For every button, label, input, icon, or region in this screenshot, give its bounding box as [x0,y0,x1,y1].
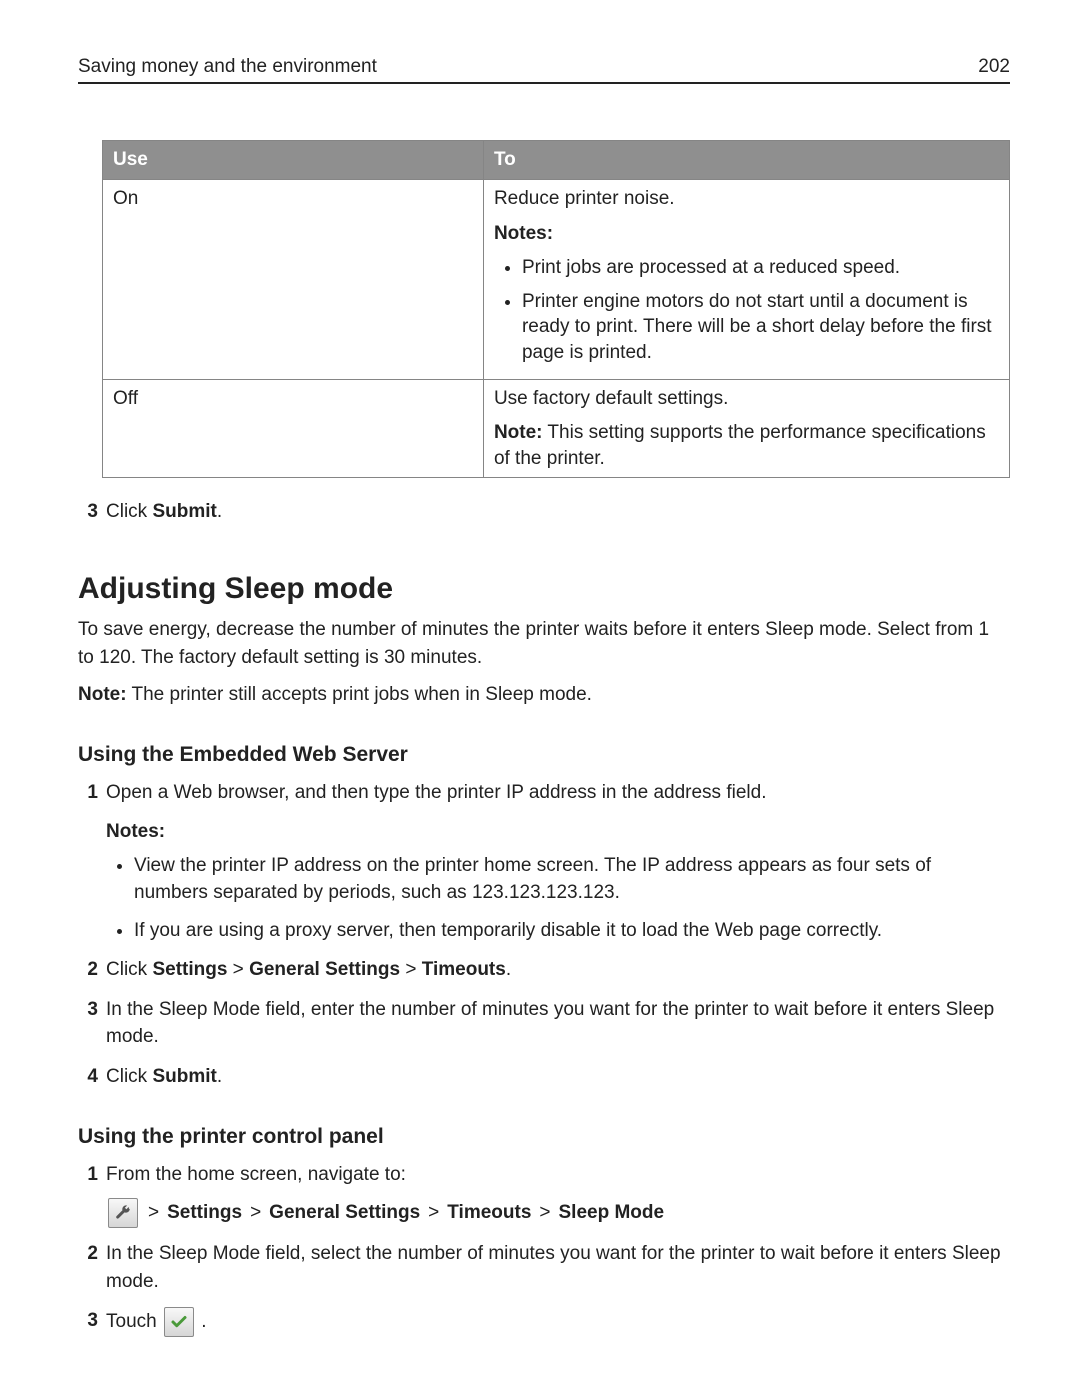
notes-list: Print jobs are processed at a reduced sp… [494,255,999,366]
separator: > [250,1199,261,1227]
separator: > [148,1199,159,1227]
step: Click Submit. [78,498,1010,526]
note-text: This setting supports the performance sp… [494,422,986,469]
step: Click Submit. [78,1063,1010,1091]
step-text: In the Sleep Mode field, enter the numbe… [106,999,994,1048]
step: From the home screen, navigate to: > Set… [78,1161,1010,1229]
subsection-heading: Using the printer control panel [78,1125,1010,1149]
column-header-to: To [483,141,1009,180]
step-text: From the home screen, navigate to: [106,1164,406,1185]
step-suffix: . [201,1311,206,1332]
step-text: Click [106,501,152,522]
separator: > [227,959,249,980]
table-row: Off Use factory default settings. Note: … [103,380,1010,478]
table-row: On Reduce printer noise. Notes: Print jo… [103,179,1010,380]
step: In the Sleep Mode field, enter the numbe… [78,996,1010,1051]
cell-main-text: Use factory default settings. [494,386,999,412]
chapter-title: Saving money and the environment [78,56,377,78]
note-paragraph: Note: This setting supports the performa… [494,420,999,471]
running-header: Saving money and the environment 202 [78,56,1010,84]
step: Open a Web browser, and then type the pr… [78,779,1010,945]
cell-use: On [103,179,484,380]
separator: > [400,959,422,980]
step-text: In the Sleep Mode field, select the numb… [106,1243,1001,1292]
section-paragraph: To save energy, decrease the number of m… [78,616,1010,671]
separator: > [539,1199,550,1227]
checkmark-icon [164,1307,194,1337]
separator: > [428,1199,439,1227]
breadcrumb-part: Settings [167,1199,242,1227]
notes-label: Notes: [106,818,1010,846]
continued-steps: Click Submit. [78,498,1010,526]
cell-main-text: Reduce printer noise. [494,186,999,212]
wrench-icon [108,1198,138,1228]
panel-steps: From the home screen, navigate to: > Set… [78,1161,1010,1338]
step-text: Open a Web browser, and then type the pr… [106,782,766,803]
step: Touch . [78,1307,1010,1337]
note-label: Note: [78,684,127,705]
page-number: 202 [978,56,1010,78]
step-bold: Submit [152,501,216,522]
breadcrumb-part: Settings [152,959,227,980]
step-text: Touch [106,1311,162,1332]
cell-to: Reduce printer noise. Notes: Print jobs … [483,179,1009,380]
section-note: Note: The printer still accepts print jo… [78,681,1010,709]
breadcrumb: > Settings > General Settings > Timeouts… [106,1198,1010,1228]
cell-use: Off [103,380,484,478]
step-suffix: . [217,1066,222,1087]
breadcrumb-part: Timeouts [422,959,506,980]
breadcrumb-part: General Settings [249,959,400,980]
step-suffix: . [217,501,222,522]
step: Click Settings > General Settings > Time… [78,956,1010,984]
notes-list: View the printer IP address on the print… [106,852,1010,945]
list-item: Printer engine motors do not start until… [522,289,999,366]
document-page: Saving money and the environment 202 Use… [0,0,1080,1397]
list-item: View the printer IP address on the print… [134,852,1010,907]
column-header-use: Use [103,141,484,180]
step-bold: Submit [152,1066,216,1087]
notes-label: Notes: [494,221,999,247]
step-text: Click [106,1066,152,1087]
section-heading: Adjusting Sleep mode [78,572,1010,606]
step-suffix: . [506,959,511,980]
breadcrumb-part: General Settings [269,1199,420,1227]
list-item: Print jobs are processed at a reduced sp… [522,255,999,281]
list-item: If you are using a proxy server, then te… [134,917,1010,945]
breadcrumb-part: Sleep Mode [559,1199,665,1227]
settings-table: Use To On Reduce printer noise. Notes: P… [102,140,1010,478]
cell-to: Use factory default settings. Note: This… [483,380,1009,478]
note-label: Note: [494,422,543,443]
step: In the Sleep Mode field, select the numb… [78,1240,1010,1295]
subsection-heading: Using the Embedded Web Server [78,743,1010,767]
ews-steps: Open a Web browser, and then type the pr… [78,779,1010,1091]
step-text: Click [106,959,152,980]
breadcrumb-part: Timeouts [447,1199,531,1227]
note-text: The printer still accepts print jobs whe… [127,684,592,705]
